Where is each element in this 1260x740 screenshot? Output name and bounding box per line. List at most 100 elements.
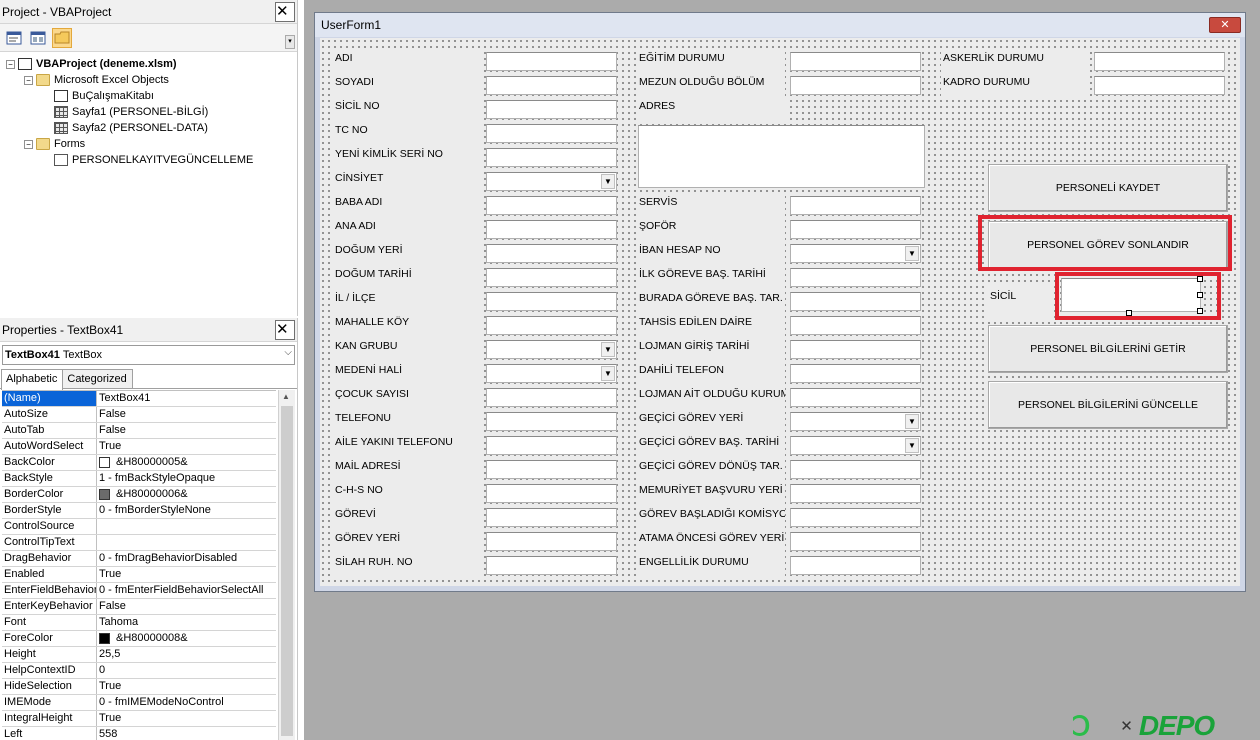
property-row[interactable]: Left 558	[2, 727, 276, 740]
field-combobox[interactable]: ▼	[790, 412, 921, 431]
object-selector[interactable]: TextBox41 TextBox ⌵	[2, 345, 295, 365]
property-value[interactable]: &H80000006&	[97, 487, 276, 502]
property-value[interactable]: Tahoma	[97, 615, 276, 630]
field-textbox[interactable]	[790, 52, 921, 71]
tree-item[interactable]: PERSONELKAYITVEGÜNCELLEME	[0, 152, 297, 168]
property-row[interactable]: Enabled True	[2, 567, 276, 583]
collapse-icon[interactable]: −	[24, 75, 33, 85]
field-textbox[interactable]	[486, 76, 617, 95]
property-row[interactable]: HideSelection True	[2, 679, 276, 695]
field-textbox[interactable]	[790, 532, 921, 551]
field-textbox[interactable]	[790, 196, 921, 215]
field-textbox[interactable]	[486, 556, 617, 575]
tree-item[interactable]: − Forms	[0, 136, 297, 152]
field-textbox[interactable]	[1094, 52, 1225, 71]
property-row[interactable]: ForeColor &H80000008&	[2, 631, 276, 647]
property-row[interactable]: AutoSize False	[2, 407, 276, 423]
dropdown-arrow-icon[interactable]: ▼	[905, 414, 919, 429]
field-textbox[interactable]	[486, 196, 617, 215]
property-row[interactable]: IntegralHeight True	[2, 711, 276, 727]
field-textbox[interactable]	[790, 340, 921, 359]
userform-client-area[interactable]: ADRES PERSONELİ KAYDET PERSONEL GÖREV SO…	[320, 38, 1240, 586]
dropdown-arrow-icon[interactable]: ▼	[905, 246, 919, 261]
property-row[interactable]: Font Tahoma	[2, 615, 276, 631]
field-textbox[interactable]	[790, 292, 921, 311]
dropdown-arrow-icon[interactable]: ▼	[601, 174, 615, 189]
field-textbox[interactable]	[790, 316, 921, 335]
property-row[interactable]: BorderColor &H80000006&	[2, 487, 276, 503]
property-row[interactable]: EnterKeyBehavior False	[2, 599, 276, 615]
field-textbox[interactable]	[486, 436, 617, 455]
field-textbox[interactable]	[790, 268, 921, 287]
property-value[interactable]	[97, 519, 276, 534]
collapse-icon[interactable]: −	[24, 139, 33, 149]
field-combobox[interactable]: ▼	[486, 340, 617, 359]
field-textbox[interactable]	[790, 460, 921, 479]
field-textbox[interactable]	[790, 556, 921, 575]
tab-categorized[interactable]: Categorized	[62, 369, 133, 388]
field-combobox[interactable]: ▼	[486, 172, 617, 191]
property-row[interactable]: ControlSource	[2, 519, 276, 535]
field-combobox[interactable]: ▼	[790, 436, 921, 455]
field-textbox[interactable]	[486, 244, 617, 263]
tree-item[interactable]: BuÇalışmaKitabı	[0, 88, 297, 104]
field-combobox[interactable]: ▼	[790, 244, 921, 263]
field-textbox[interactable]	[486, 412, 617, 431]
field-textbox[interactable]	[790, 76, 921, 95]
property-value[interactable]: 0 - fmBorderStyleNone	[97, 503, 276, 518]
property-row[interactable]: BorderStyle 0 - fmBorderStyleNone	[2, 503, 276, 519]
property-row[interactable]: BackColor &H80000005&	[2, 455, 276, 471]
property-row[interactable]: Height 25,5	[2, 647, 276, 663]
properties-scrollbar[interactable]: ▲	[278, 390, 295, 740]
property-value[interactable]: False	[97, 407, 276, 422]
scrollbar-thumb[interactable]	[281, 406, 293, 736]
field-textbox[interactable]	[1094, 76, 1225, 95]
toggle-folders-button[interactable]	[52, 27, 72, 48]
property-value[interactable]: True	[97, 711, 276, 726]
tree-item[interactable]: Sayfa2 (PERSONEL-DATA)	[0, 120, 297, 136]
save-personnel-button[interactable]: PERSONELİ KAYDET	[988, 164, 1228, 212]
project-explorer-close-button[interactable]: ✕	[275, 1, 295, 22]
field-textbox[interactable]	[790, 484, 921, 503]
dropdown-arrow-icon[interactable]: ▼	[601, 342, 615, 357]
field-textbox[interactable]	[486, 220, 617, 239]
userform-titlebar[interactable]: UserForm1 ✕	[315, 13, 1245, 37]
scroll-up-icon[interactable]: ▲	[282, 392, 290, 401]
view-object-button[interactable]	[28, 28, 48, 48]
property-row[interactable]: IMEMode 0 - fmIMEModeNoControl	[2, 695, 276, 711]
userform-close-button[interactable]: ✕	[1209, 17, 1241, 33]
field-textbox[interactable]	[790, 388, 921, 407]
field-textbox[interactable]	[486, 508, 617, 527]
field-textbox[interactable]	[790, 364, 921, 383]
property-value[interactable]: 0 - fmDragBehaviorDisabled	[97, 551, 276, 566]
field-textbox[interactable]	[486, 52, 617, 71]
property-value[interactable]: 25,5	[97, 647, 276, 662]
field-textbox[interactable]	[790, 508, 921, 527]
field-textbox[interactable]	[486, 292, 617, 311]
property-value[interactable]: 0 - fmEnterFieldBehaviorSelectAll	[97, 583, 276, 598]
field-textbox[interactable]	[790, 220, 921, 239]
property-value[interactable]	[97, 535, 276, 550]
tab-alphabetic[interactable]: Alphabetic	[1, 369, 64, 390]
property-row[interactable]: AutoTab False	[2, 423, 276, 439]
property-row[interactable]: ControlTipText	[2, 535, 276, 551]
property-row[interactable]: HelpContextID 0	[2, 663, 276, 679]
collapse-icon[interactable]: −	[6, 59, 15, 69]
property-row[interactable]: BackStyle 1 - fmBackStyleOpaque	[2, 471, 276, 487]
toolbar-overflow-icon[interactable]: ▾	[285, 35, 295, 49]
fetch-personnel-button[interactable]: PERSONEL BİLGİLERİNİ GETİR	[988, 325, 1228, 373]
property-value[interactable]: True	[97, 567, 276, 582]
property-value[interactable]: 558	[97, 727, 276, 740]
property-value[interactable]: 0	[97, 663, 276, 678]
property-row[interactable]: (Name) TextBox41	[2, 391, 276, 407]
property-value[interactable]: 1 - fmBackStyleOpaque	[97, 471, 276, 486]
property-value[interactable]: False	[97, 423, 276, 438]
property-value[interactable]: 0 - fmIMEModeNoControl	[97, 695, 276, 710]
field-combobox[interactable]: ▼	[486, 364, 617, 383]
userform-window[interactable]: UserForm1 ✕ ADRES PERSONELİ KAYDET PERSO…	[314, 12, 1246, 592]
property-value[interactable]: False	[97, 599, 276, 614]
tree-item[interactable]: − Microsoft Excel Objects	[0, 72, 297, 88]
property-value[interactable]: &H80000008&	[97, 631, 276, 646]
view-code-button[interactable]	[4, 28, 24, 48]
property-row[interactable]: AutoWordSelect True	[2, 439, 276, 455]
